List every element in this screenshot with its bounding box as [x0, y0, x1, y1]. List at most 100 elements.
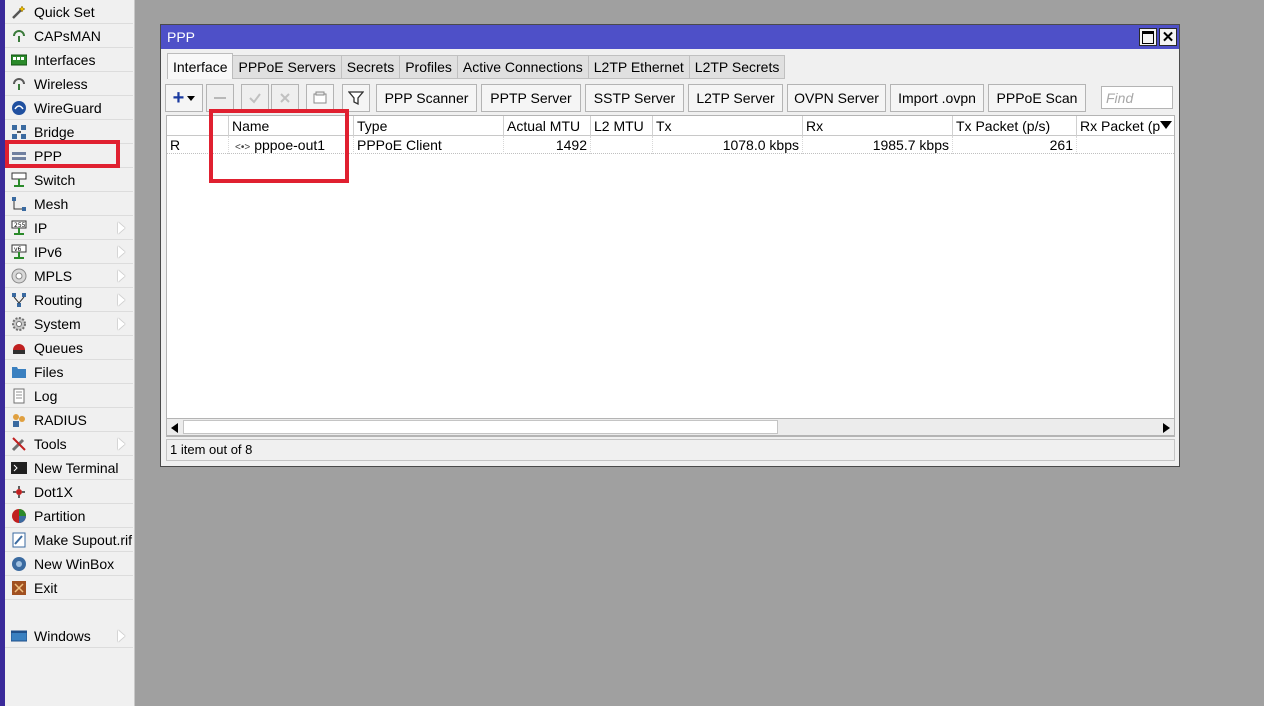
tab-l2tp-secrets[interactable]: L2TP Secrets [689, 55, 786, 79]
folder-icon [10, 364, 28, 380]
column-header-tx[interactable]: Tx [653, 116, 803, 136]
tab-interface[interactable]: Interface [167, 53, 234, 79]
sidebar-item-dot1x[interactable]: Dot1X [5, 480, 133, 504]
sidebar-item-label: Queues [34, 339, 84, 356]
window-titlebar[interactable]: PPP ✕ [161, 25, 1179, 49]
sidebar-item-files[interactable]: Files [5, 360, 133, 384]
item-count-status: 1 item out of 8 [170, 442, 253, 457]
gear-icon [10, 316, 28, 332]
cross-icon [280, 93, 290, 103]
sidebar-item-mesh[interactable]: Mesh [5, 192, 133, 216]
sidebar-item-ip[interactable]: 255 IP [5, 216, 133, 240]
find-input[interactable] [1101, 86, 1173, 109]
submenu-arrow-icon [118, 438, 125, 450]
column-header-type[interactable]: Type [354, 116, 504, 136]
horizontal-scrollbar[interactable] [166, 418, 1175, 436]
column-header-rx[interactable]: Rx [803, 116, 953, 136]
sidebar-item-label: RADIUS [34, 411, 87, 428]
sidebar-item-quick-set[interactable]: Quick Set [5, 0, 133, 24]
column-header-actual-mtu[interactable]: Actual MTU [504, 116, 591, 136]
pptp-server-button[interactable]: PPTP Server [481, 84, 581, 112]
sidebar-item-label: New WinBox [34, 555, 115, 572]
import-ovpn-button[interactable]: Import .ovpn [890, 84, 984, 112]
sidebar-item-tools[interactable]: Tools [5, 432, 133, 456]
maximize-button[interactable] [1139, 28, 1157, 46]
sidebar-item-make-supout[interactable]: Make Supout.rif [5, 528, 133, 552]
ppp-window: PPP ✕ Interface PPPoE Servers Secrets Pr… [160, 24, 1180, 467]
sidebar-item-label: Bridge [34, 123, 75, 140]
submenu-arrow-icon [118, 630, 125, 642]
supout-icon [10, 532, 28, 548]
sidebar-item-queues[interactable]: Queues [5, 336, 133, 360]
mesh-icon [10, 196, 28, 212]
ppp-scanner-button[interactable]: PPP Scanner [376, 84, 477, 112]
sidebar-item-wireless[interactable]: Wireless [5, 72, 133, 96]
submenu-arrow-icon [118, 270, 125, 282]
sidebar-item-label: Wireless [34, 75, 88, 92]
cell-actual-mtu: 1492 [504, 136, 591, 154]
pppoe-scan-button[interactable]: PPPoE Scan [988, 84, 1086, 112]
partition-icon [10, 508, 28, 524]
remove-button[interactable] [206, 84, 234, 112]
scroll-left-arrow-icon[interactable] [171, 423, 178, 433]
sidebar-item-label: Dot1X [34, 483, 73, 500]
sidebar-item-exit[interactable]: Exit [5, 576, 133, 600]
sidebar-item-interfaces[interactable]: Interfaces [5, 48, 133, 72]
sidebar-item-radius[interactable]: RADIUS [5, 408, 133, 432]
winbox-icon [10, 556, 28, 572]
radius-icon [10, 412, 28, 428]
tab-active-connections[interactable]: Active Connections [457, 55, 589, 79]
sidebar-item-system[interactable]: System [5, 312, 133, 336]
sidebar-item-label: Tools [34, 435, 67, 452]
ipv6-icon: v6 [10, 244, 28, 260]
wand-icon [10, 4, 28, 20]
column-menu-chevron-icon[interactable] [1160, 121, 1172, 129]
checkmark-icon [249, 93, 261, 104]
sidebar-item-label: Quick Set [34, 3, 95, 20]
svg-text:v6: v6 [14, 246, 22, 253]
sidebar-item-switch[interactable]: Switch [5, 168, 133, 192]
sidebar-item-label: Make Supout.rif [34, 531, 133, 548]
l2tp-server-button[interactable]: L2TP Server [688, 84, 783, 112]
tab-l2tp-ethernet[interactable]: L2TP Ethernet [588, 55, 690, 79]
disable-button[interactable] [271, 84, 299, 112]
add-button[interactable]: + [165, 84, 203, 112]
sidebar-item-mpls[interactable]: MPLS [5, 264, 133, 288]
tab-secrets[interactable]: Secrets [341, 55, 401, 79]
sidebar-item-label: Partition [34, 507, 86, 524]
scrollbar-thumb[interactable] [183, 420, 778, 434]
enable-button[interactable] [241, 84, 269, 112]
sidebar-item-new-winbox[interactable]: New WinBox [5, 552, 133, 576]
tab-pppoe-servers[interactable]: PPPoE Servers [233, 55, 342, 79]
column-header-l2-mtu[interactable]: L2 MTU [591, 116, 653, 136]
sidebar-item-label: IPv6 [34, 243, 63, 260]
scroll-right-arrow-icon[interactable] [1163, 423, 1170, 433]
column-header-tx-packet[interactable]: Tx Packet (p/s) [953, 116, 1077, 136]
routing-icon [10, 292, 28, 308]
wireguard-icon [10, 100, 28, 116]
switch-icon [10, 172, 28, 188]
sidebar-item-label: Exit [34, 579, 58, 596]
tab-profiles[interactable]: Profiles [400, 55, 458, 79]
sidebar-item-ipv6[interactable]: v6 IPv6 [5, 240, 133, 264]
sidebar-item-label: Interfaces [34, 51, 96, 68]
close-button[interactable]: ✕ [1159, 28, 1177, 46]
filter-button[interactable] [342, 84, 370, 112]
sidebar-item-partition[interactable]: Partition [5, 504, 133, 528]
sidebar-item-label: CAPsMAN [34, 27, 101, 44]
sidebar-item-routing[interactable]: Routing [5, 288, 133, 312]
cell-rx: 1985.7 kbps [803, 136, 953, 154]
dot1x-icon [10, 484, 28, 500]
cell-type: PPPoE Client [354, 136, 504, 154]
sidebar-item-label: Switch [34, 171, 76, 188]
sidebar-item-windows[interactable]: Windows [5, 624, 133, 648]
tools-icon [10, 436, 28, 452]
sidebar-item-new-terminal[interactable]: New Terminal [5, 456, 133, 480]
sidebar-item-wireguard[interactable]: WireGuard [5, 96, 133, 120]
sidebar-item-log[interactable]: Log [5, 384, 133, 408]
sstp-server-button[interactable]: SSTP Server [585, 84, 684, 112]
comment-button[interactable] [306, 84, 334, 112]
sidebar-item-capsman[interactable]: CAPsMAN [5, 24, 133, 48]
highlight-box-ppp-menu [5, 140, 120, 168]
ovpn-server-button[interactable]: OVPN Server [787, 84, 886, 112]
